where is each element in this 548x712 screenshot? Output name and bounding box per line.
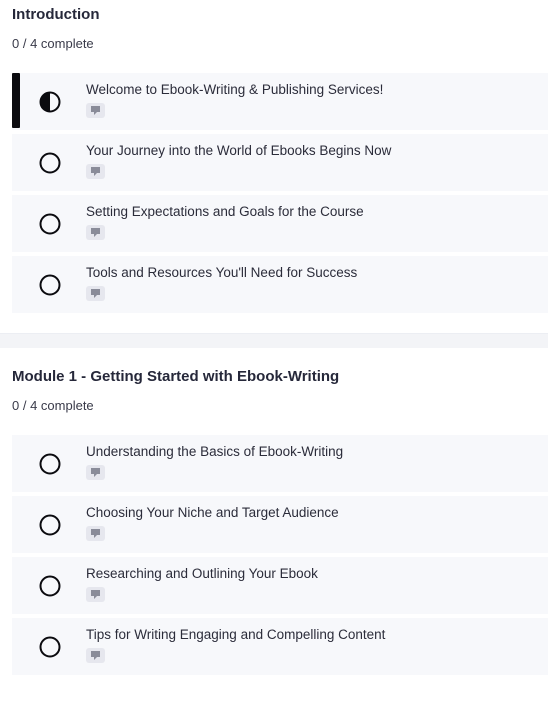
text-lesson-icon <box>86 648 105 663</box>
section-progress: 0 / 4 complete <box>12 398 94 413</box>
text-lesson-icon <box>86 225 105 240</box>
course-section: Module 1 - Getting Started with Ebook-Wr… <box>0 368 548 675</box>
empty-circle-icon <box>39 152 61 174</box>
empty-circle-icon <box>39 575 61 597</box>
lesson-list: Understanding the Basics of Ebook-Writin… <box>12 435 548 675</box>
lesson-title: Welcome to Ebook-Writing & Publishing Se… <box>86 82 384 97</box>
empty-circle-icon <box>39 213 61 235</box>
text-lesson-icon <box>86 286 105 301</box>
section-divider <box>0 333 548 348</box>
lesson-item[interactable]: Understanding the Basics of Ebook-Writin… <box>12 435 548 492</box>
lesson-item[interactable]: Choosing Your Niche and Target Audience <box>12 496 548 553</box>
active-lesson-indicator <box>12 73 20 128</box>
text-lesson-icon <box>86 164 105 179</box>
section-progress: 0 / 4 complete <box>12 36 94 51</box>
lesson-title: Understanding the Basics of Ebook-Writin… <box>86 444 344 459</box>
text-lesson-icon <box>86 465 105 480</box>
text-lesson-icon <box>86 526 105 541</box>
half-circle-progress-icon <box>39 91 61 113</box>
lesson-title: Tips for Writing Engaging and Compelling… <box>86 627 386 642</box>
text-lesson-icon <box>86 103 105 118</box>
lesson-item[interactable]: Welcome to Ebook-Writing & Publishing Se… <box>12 73 548 130</box>
lesson-title: Your Journey into the World of Ebooks Be… <box>86 143 392 158</box>
lesson-title: Researching and Outlining Your Ebook <box>86 566 318 581</box>
empty-circle-icon <box>39 636 61 658</box>
lesson-title: Tools and Resources You'll Need for Succ… <box>86 265 358 280</box>
lesson-item[interactable]: Tips for Writing Engaging and Compelling… <box>12 618 548 675</box>
lesson-item[interactable]: Researching and Outlining Your Ebook <box>12 557 548 614</box>
lesson-title: Choosing Your Niche and Target Audience <box>86 505 339 520</box>
empty-circle-icon <box>39 453 61 475</box>
lesson-title: Setting Expectations and Goals for the C… <box>86 204 364 219</box>
lesson-list: Welcome to Ebook-Writing & Publishing Se… <box>12 73 548 313</box>
lesson-item[interactable]: Tools and Resources You'll Need for Succ… <box>12 256 548 313</box>
lesson-item[interactable]: Your Journey into the World of Ebooks Be… <box>12 134 548 191</box>
empty-circle-icon <box>39 514 61 536</box>
section-title: Module 1 - Getting Started with Ebook-Wr… <box>12 368 340 385</box>
section-title: Introduction <box>12 6 100 23</box>
empty-circle-icon <box>39 274 61 296</box>
text-lesson-icon <box>86 587 105 602</box>
lesson-item[interactable]: Setting Expectations and Goals for the C… <box>12 195 548 252</box>
course-section: Introduction 0 / 4 complete Welcome to E… <box>0 6 548 313</box>
